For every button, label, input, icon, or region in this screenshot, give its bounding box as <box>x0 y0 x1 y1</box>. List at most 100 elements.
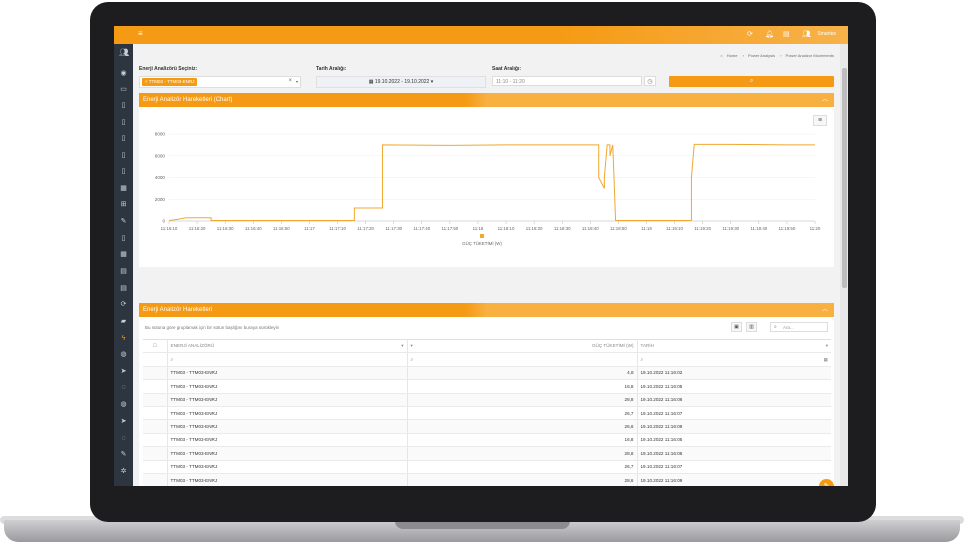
calendar-icon[interactable]: ▦ <box>119 250 128 259</box>
legend-label: GÜÇ TÜKETİMİ (W) <box>462 241 502 246</box>
x-tick-label: 11:17:50 <box>441 226 458 231</box>
cell-power: 28,8 <box>407 446 638 461</box>
chart-panel-body: ≡ 8000 6000 4000 2000 0 11:16:10 11:16:20 11:1… <box>139 107 834 267</box>
energy-bolt-icon[interactable]: ϟ <box>119 334 128 343</box>
clear-icon[interactable]: × <box>288 78 292 84</box>
table-row[interactable]: TTM03 - TTM03-ENRJ 16,8 19.10.2022 11:16:0… <box>143 433 831 448</box>
x-tick-label: 11:16:30 <box>217 226 234 231</box>
analyzer-label: Enerji Analizörü Seçiniz: <box>139 66 198 72</box>
select-all-checkbox[interactable]: ☐ <box>143 338 168 354</box>
table-row[interactable]: TTM03 - TTM03-ENRJ 28,8 19.10.2022 11:16:0… <box>143 446 831 461</box>
search-button[interactable]: ⌕ <box>669 76 834 87</box>
chevron-down-icon[interactable]: ▾ <box>296 79 298 84</box>
send-icon[interactable]: ➤ <box>119 367 128 376</box>
refresh-icon[interactable]: ⟳ <box>747 30 753 38</box>
calendar-icon[interactable]: ▦ <box>824 357 828 363</box>
analyzer-select[interactable]: × TTM03 - TTM03-ENRJ × ▾ <box>139 76 301 88</box>
table-row[interactable]: TTM03 - TTM03-ENRJ 28,6 19.10.2022 11:16:0… <box>143 473 831 486</box>
home-icon: ⌂ <box>720 53 723 58</box>
table-row[interactable]: TTM03 - TTM03-ENRJ 26,6 19.10.2022 11:16:0… <box>143 419 831 434</box>
column-chooser-icon[interactable]: ▥ <box>746 322 757 332</box>
sitemap-icon[interactable]: ⊞ <box>119 200 128 209</box>
x-tick-label: 11:17:30 <box>385 226 402 231</box>
column-header-power[interactable]: ▾ GÜÇ TÜKETİMİ (W) <box>407 338 638 354</box>
x-tick-label: 11:19:50 <box>779 226 796 231</box>
y-tick-label: 2000 <box>155 197 166 202</box>
users-icon[interactable]: 👥︎ <box>802 30 811 38</box>
calendar-icon[interactable]: ▦ <box>119 184 128 193</box>
table-row[interactable]: TTM03 - TTM03-ENRJ 28,8 19.10.2022 11:16:0… <box>143 393 831 407</box>
breadcrumb-home[interactable]: Home <box>727 53 738 58</box>
globe-icon[interactable]: ◍ <box>119 350 128 359</box>
table-row[interactable]: TTM03 - TTM03-ENRJ 26,7 19.10.2022 11:16:0… <box>143 460 831 474</box>
cell-analyzer: TTM03 - TTM03-ENRJ <box>167 433 408 448</box>
collapse-chevron-icon[interactable]: ︿ <box>822 303 828 317</box>
filter-icon[interactable]: ▾ <box>826 343 828 349</box>
export-excel-icon[interactable]: ▣ <box>731 322 742 332</box>
filter-icon[interactable]: ▾ <box>411 343 413 349</box>
chat-icon[interactable]: ◌ <box>119 383 128 392</box>
user-name[interactable]: Smartes <box>817 31 836 37</box>
time-range-input[interactable]: 11:10 - 11:20 <box>492 76 642 86</box>
table-icon[interactable]: ▤ <box>119 284 128 293</box>
row-select-cell <box>143 393 168 407</box>
cell-date: 19.10.2022 11:16:09 <box>637 473 831 486</box>
power-filter-input[interactable]: ⌕ <box>407 352 638 367</box>
column-header-date[interactable]: TARİH ▾ <box>637 338 831 354</box>
menu-toggle-icon[interactable]: ≡ <box>138 29 143 38</box>
cell-power: 16,8 <box>407 433 638 448</box>
date-label: Tarih Aralığı: <box>316 66 347 72</box>
page-scrollbar[interactable] <box>840 44 848 486</box>
clock-icon[interactable]: ◷ <box>644 76 656 86</box>
files-icon[interactable]: ▯ <box>119 101 128 110</box>
pencil-icon[interactable]: ✎ <box>119 450 128 459</box>
cell-power: 16,8 <box>407 379 638 394</box>
files-icon[interactable]: ▯ <box>119 234 128 243</box>
x-tick-label: 11:19:10 <box>666 226 683 231</box>
selected-analyzer-tag[interactable]: × TTM03 - TTM03-ENRJ <box>142 78 198 86</box>
files-icon[interactable]: ▯ <box>119 118 128 127</box>
settings-icon[interactable]: ✲ <box>119 467 128 476</box>
user-group-icon[interactable]: 👥︎ <box>119 48 129 57</box>
sync-icon[interactable]: ⟳ <box>119 300 128 309</box>
date-range-picker[interactable]: ▦ 19.10.2022 - 19.10.2022 ▾ <box>316 76 486 88</box>
legend-swatch <box>480 234 484 238</box>
search-icon: ⌕ <box>774 324 777 330</box>
document-icon[interactable]: ▤ <box>783 30 790 38</box>
table-row[interactable]: TTM03 - TTM03-ENRJ 26,7 19.10.2022 11:16:0… <box>143 406 831 421</box>
book-icon[interactable]: ▰ <box>119 317 128 326</box>
cell-power: 26,7 <box>407 406 638 421</box>
send-icon[interactable]: ➤ <box>119 417 128 426</box>
column-header-analyzer[interactable]: ENERJİ ANALİZÖRÜ ▾ <box>167 338 408 354</box>
monitor-icon[interactable]: ▭ <box>119 85 128 94</box>
chat-icon[interactable]: ◌ <box>119 434 128 443</box>
table-icon[interactable]: ▤ <box>119 267 128 276</box>
notification-bell-icon[interactable]: 🔔︎ <box>765 30 774 38</box>
globe-icon[interactable]: ◍ <box>119 400 128 409</box>
files-icon[interactable]: ▯ <box>119 134 128 143</box>
x-tick-label: 11:18 <box>473 226 484 231</box>
date-filter-input[interactable]: ⌕ ▦ <box>637 352 831 367</box>
files-icon[interactable]: ▯ <box>119 167 128 176</box>
x-tick-label: 11:17:40 <box>413 226 430 231</box>
x-tick-label: 11:16:40 <box>245 226 262 231</box>
top-bar: ✉ ≡ ⟳ 🔔︎ ▤ 👥︎ Smartes <box>114 26 848 44</box>
cell-date: 19.10.2022 11:16:06 <box>637 393 831 407</box>
cell-power: 26,7 <box>407 460 638 474</box>
grid-search-input[interactable]: ⌕ Ara... <box>770 322 828 332</box>
dashboard-icon[interactable]: ◉ <box>119 69 128 78</box>
filter-icon[interactable]: ▾ <box>401 343 403 349</box>
row-select-cell <box>143 446 168 461</box>
table-row[interactable]: TTM03 - TTM03-ENRJ 16,8 19.10.2022 11:16:0… <box>143 379 831 394</box>
row-select-cell <box>143 433 168 448</box>
wrench-icon[interactable]: ✎ <box>119 217 128 226</box>
files-icon[interactable]: ▯ <box>119 151 128 160</box>
collapse-chevron-icon[interactable]: ︿ <box>822 93 828 107</box>
scrollbar-thumb[interactable] <box>842 68 847 288</box>
cell-date: 19.10.2022 11:16:05 <box>637 433 831 448</box>
table-row[interactable]: TTM03 - TTM03-ENRJ 4,8 19.10.2022 11:16:02 <box>143 366 831 381</box>
x-tick-label: 11:18:10 <box>498 226 515 231</box>
analyzer-filter-input[interactable]: ⌕ <box>167 352 408 367</box>
breadcrumb-section[interactable]: Power Analysis <box>748 53 775 58</box>
group-panel-hint[interactable]: Bu sütuna göre gruplamak için bir sütun … <box>145 325 279 330</box>
